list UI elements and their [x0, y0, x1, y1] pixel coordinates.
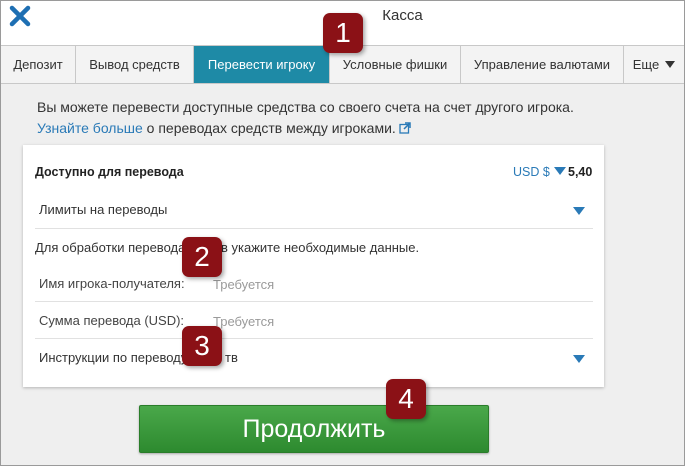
- continue-button[interactable]: Продолжить: [139, 405, 489, 453]
- transfer-amount-label: Сумма перевода (USD):: [39, 313, 185, 328]
- step-badge-2: 2: [182, 237, 222, 277]
- limits-row[interactable]: Лимиты на переводы: [35, 192, 593, 229]
- tab-label: Управление валютами: [473, 57, 611, 72]
- tab-label: Условные фишки: [342, 57, 448, 72]
- amount-row: Сумма перевода (USD):: [35, 302, 593, 339]
- instructions-row-label: Инструкции по переводу: [39, 350, 188, 365]
- external-link-icon[interactable]: [399, 119, 411, 134]
- step-badge-1: 1: [323, 13, 363, 53]
- step-badge-4: 4: [386, 379, 426, 419]
- recipient-label: Имя игрока-получателя:: [39, 276, 185, 291]
- limits-label: Лимиты на переводы: [39, 202, 168, 217]
- tab-label: Вывод средств: [89, 57, 180, 72]
- instructions-row[interactable]: Инструкции по переводу тв: [35, 339, 593, 376]
- cashier-window: Касса Депозит Вывод средств Перевести иг…: [0, 0, 685, 466]
- tab-more[interactable]: Еще: [624, 46, 684, 83]
- caret-down-icon: [665, 61, 676, 68]
- currency-code: USD $: [513, 165, 550, 179]
- intro-text-before: Вы можете перевести доступные средства с…: [37, 99, 574, 115]
- expand-icon[interactable]: [573, 207, 585, 215]
- transfer-amount-input[interactable]: [213, 311, 573, 331]
- transfer-card: Доступно для перевода USD $ 5,40 Лимиты …: [23, 145, 604, 387]
- intro-text: Вы можете перевести доступные средства с…: [37, 97, 597, 139]
- instructions-row-tail: тв: [225, 350, 238, 365]
- step-badge-3: 3: [182, 326, 222, 366]
- learn-more-link[interactable]: Узнайте больше: [37, 120, 143, 136]
- tab-deposit[interactable]: Депозит: [1, 46, 76, 83]
- intro-text-after: о переводах средств между игроками.: [146, 120, 396, 136]
- currency-selector[interactable]: USD $: [513, 165, 566, 179]
- instruction-tail: в укажите необходимые данные.: [221, 240, 420, 255]
- expand-icon[interactable]: [573, 355, 585, 363]
- tab-label: Перевести игроку: [207, 57, 316, 72]
- tab-transfer-to-player[interactable]: Перевести игроку: [194, 46, 330, 83]
- instruction-head: Для обработки перевода: [35, 240, 186, 255]
- available-label: Доступно для перевода: [35, 165, 184, 179]
- available-amount: 5,40: [568, 165, 593, 179]
- tab-label: Еще: [632, 57, 660, 72]
- tab-currency-management[interactable]: Управление валютами: [461, 46, 624, 83]
- instruction-text: Для обработки перевода в укажите необход…: [35, 240, 593, 258]
- tab-withdraw[interactable]: Вывод средств: [76, 46, 194, 83]
- recipient-input[interactable]: [213, 274, 573, 294]
- caret-down-icon: [553, 167, 566, 175]
- recipient-row: Имя игрока-получателя:: [35, 265, 593, 302]
- tab-label: Депозит: [13, 57, 63, 72]
